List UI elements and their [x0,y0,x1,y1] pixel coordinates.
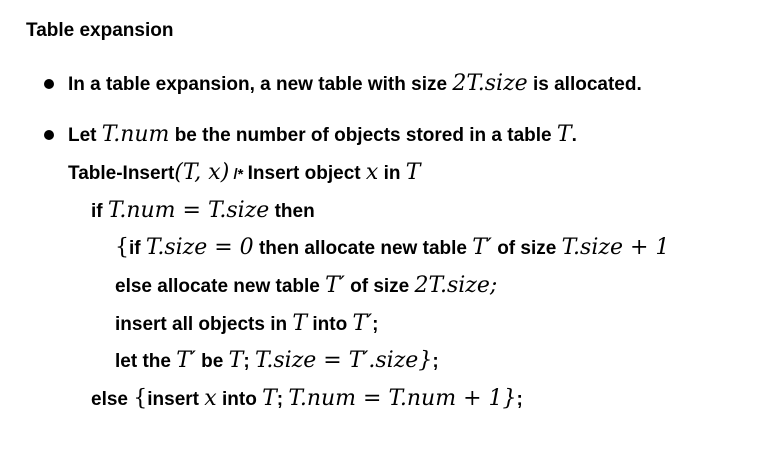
algo-text: of size [344,276,415,297]
algo-text: into [216,389,263,410]
math-brace: { [133,386,148,411]
bullet-2-text-part: be the number of objects stored in a tab… [169,125,557,146]
comment-text: Insert object [247,163,366,184]
algo-text: ; [372,314,379,335]
keyword-if: if [129,238,146,259]
keyword-then: then [269,201,315,222]
math-brace: { [115,235,129,260]
math-expression: T [405,160,421,185]
algo-line-5: insert all objects in T into T′; [115,310,378,339]
algo-text: ; [432,351,439,372]
math-expression: T [556,122,572,147]
keyword-else: else [91,389,134,410]
slide-title: Table expansion [26,20,174,41]
algo-line-2: if T.num = T.size then [91,197,315,226]
algo-line-6: let the T′ be T; T.size = T′.size}; [115,347,439,376]
procedure-name: Table-Insert [68,163,175,184]
algo-line-7: else {insert x into T; T.num = T.num + 1… [91,385,523,414]
algo-text: be [195,351,229,372]
algo-text: let the [115,351,177,372]
algo-text: insert [147,389,205,410]
math-expression: T′ [472,235,492,260]
comment-text: in [378,163,406,184]
math-expression: T.num [101,122,170,147]
math-expression: T.size = 0 [145,235,254,260]
math-expression: T′ [176,348,196,373]
keyword-if: if [91,201,108,222]
math-expression: T [262,386,277,411]
comment-marker: /* [229,166,248,183]
bullet-2-text: Let T.num be the number of objects store… [68,121,577,150]
algo-text: else allocate new table [115,276,326,297]
bullet-dot-icon [44,130,54,140]
bullet-1-text-part: In a table expansion, a new table with s… [68,74,453,95]
algo-line-1: Table-Insert(T, x) /* Insert object x in… [68,159,420,189]
math-expression: T.num = T.size [107,198,270,223]
algo-text: of size [491,238,562,259]
math-expression: T′ [352,311,373,336]
bullet-1-text-part: is allocated. [527,74,642,95]
bullet-dot-icon [44,79,54,89]
slide: Table expansion In a table expansion, a … [0,0,781,471]
math-expression: T.size + 1 [561,235,670,260]
math-expression: (T, x) [174,160,230,185]
math-expression: T.size = T′.size} [254,348,433,373]
algo-line-3: {if T.size = 0 then allocate new table T… [115,234,669,263]
math-expression: 2T.size [452,71,528,96]
math-expression: 2T.size; [414,273,498,298]
algo-text: ; [276,389,289,410]
math-expression: T [292,311,308,336]
bullet-2-text-part: . [571,125,577,146]
algo-text: into [307,314,353,335]
math-expression: T.num = T.num + 1} [288,386,517,411]
math-expression: T [228,348,244,373]
math-expression: x [365,160,379,185]
bullet-2-text-part: Let [68,125,102,146]
math-expression: T′ [325,273,345,298]
algo-text: insert all objects in [115,314,293,335]
math-expression: x [204,386,217,411]
algo-text: then allocate new table [253,238,473,259]
algo-text: ; [243,351,255,372]
algo-text: ; [516,389,523,410]
algo-line-4: else allocate new table T′ of size 2T.si… [115,272,497,301]
bullet-1-text: In a table expansion, a new table with s… [68,70,642,99]
